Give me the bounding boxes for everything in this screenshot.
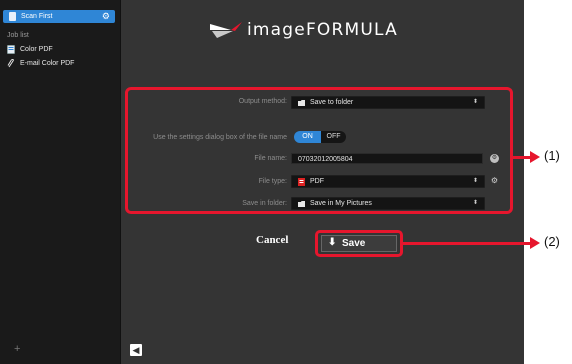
back-arrow-button[interactable]: ◀ — [130, 344, 142, 356]
sidebar-item-scan-first[interactable]: Scan First ⚙ — [3, 10, 115, 23]
callout-1-arrowhead — [530, 151, 540, 163]
sidebar-item-label: Color PDF — [20, 46, 53, 53]
sidebar-item-email-color-pdf[interactable]: E-mail Color PDF — [7, 58, 75, 68]
save-button-highlight — [315, 230, 403, 257]
callout-2-label: (2) — [544, 234, 560, 249]
callout-2-line — [403, 242, 533, 245]
job-list-heading: Job list — [7, 32, 29, 39]
cancel-button[interactable]: Cancel — [256, 234, 288, 246]
settings-gear-icon[interactable]: ⚙ — [102, 10, 110, 22]
add-job-button[interactable]: + — [14, 343, 20, 355]
document-icon — [7, 45, 15, 54]
paperclip-icon — [7, 58, 15, 68]
sidebar-item-label: Scan First — [21, 13, 53, 20]
callout-1-label: (1) — [544, 148, 560, 163]
callout-2-arrowhead — [530, 237, 540, 249]
sidebar-item-color-pdf[interactable]: Color PDF — [7, 45, 53, 54]
job-sidebar: Scan First ⚙ Job list Color PDF E-mail C… — [0, 0, 121, 364]
imageformula-logo: imageFORMULA — [209, 20, 398, 40]
sidebar-item-label: E-mail Color PDF — [20, 60, 75, 67]
logo-swoosh-icon — [210, 22, 242, 38]
document-icon — [9, 12, 16, 21]
output-settings-highlight — [125, 87, 513, 214]
